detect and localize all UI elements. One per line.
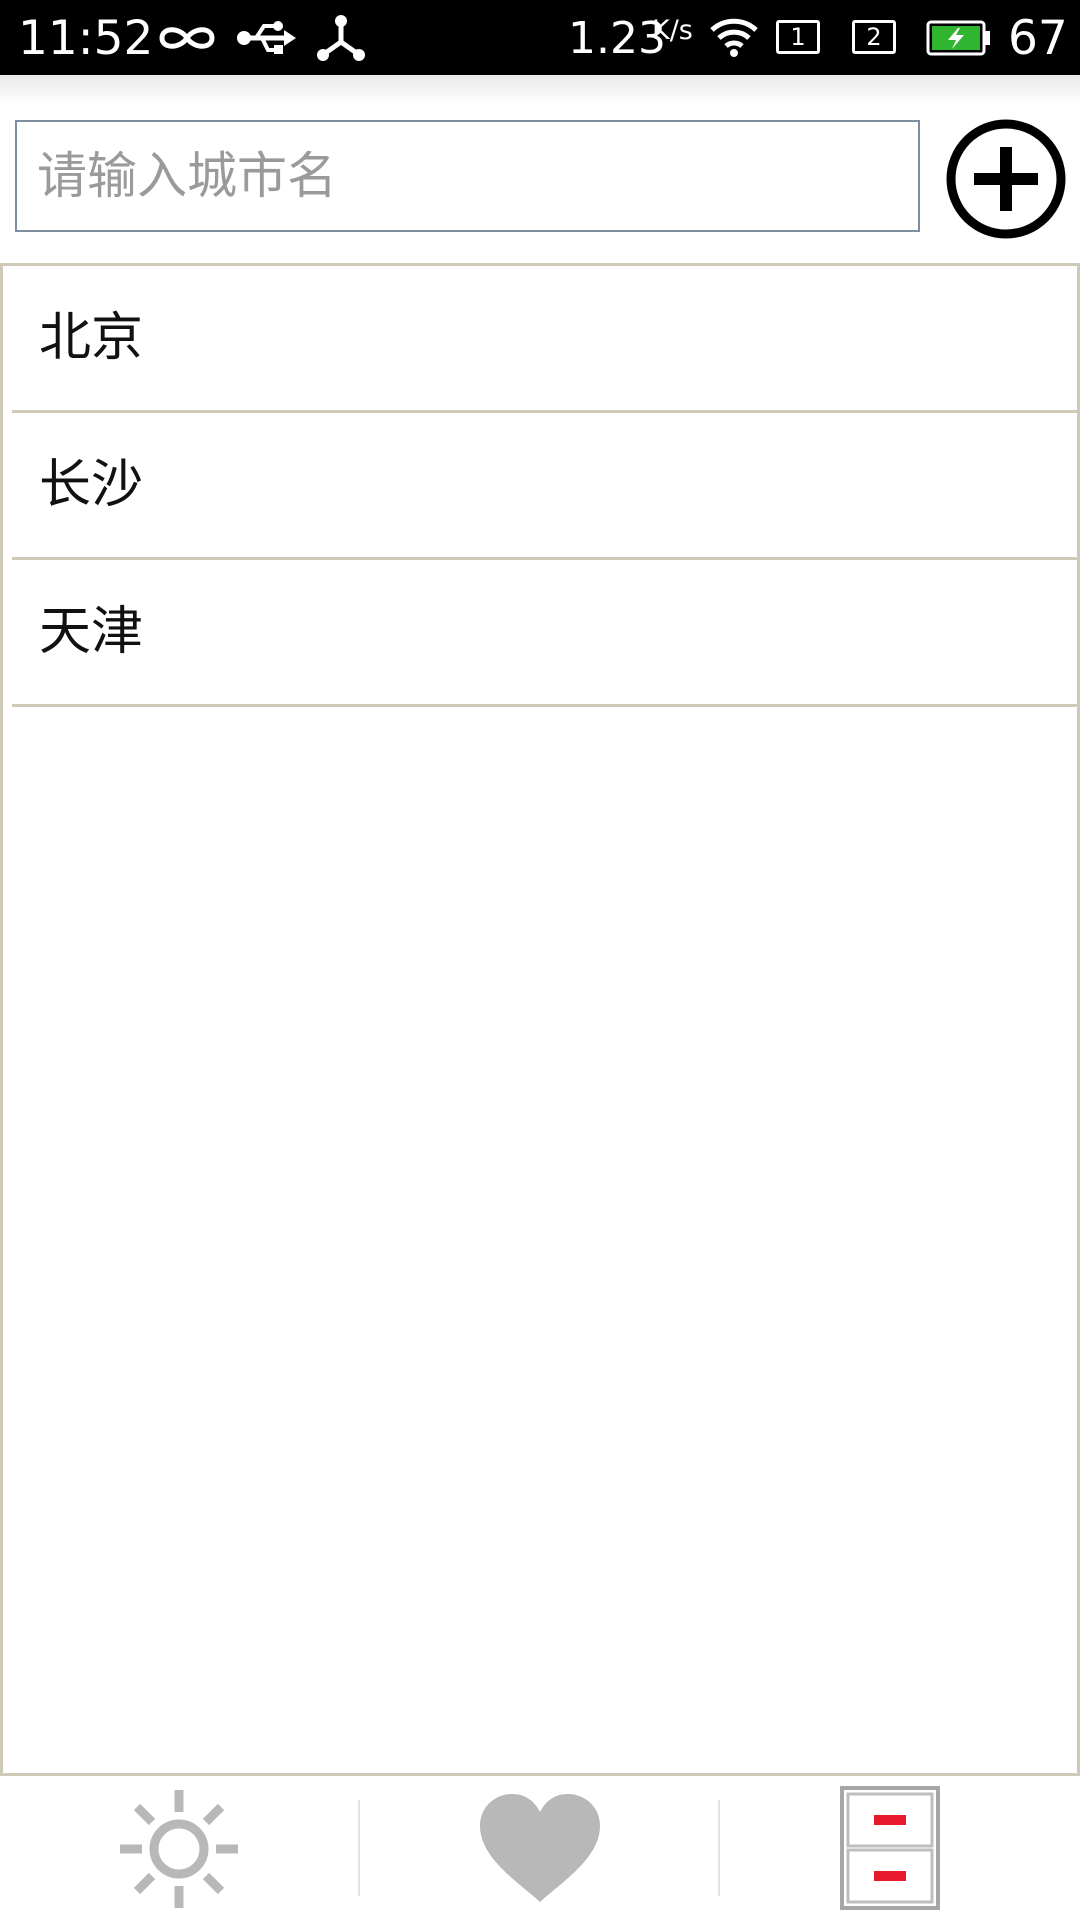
share-hub-icon: [317, 15, 365, 61]
city-search-input[interactable]: [15, 120, 920, 232]
plus-circle-icon: [946, 119, 1066, 239]
tab-weather[interactable]: [0, 1776, 360, 1920]
status-time: 11:52: [18, 11, 154, 66]
network-speed-unit: K/s: [652, 15, 693, 46]
city-name: 长沙: [39, 455, 144, 515]
sim2-label: 2: [866, 23, 882, 51]
sim1-label: 1: [790, 23, 806, 51]
city-name: 北京: [39, 308, 144, 368]
sun-icon: [120, 1790, 238, 1908]
city-manage-icon: [840, 1786, 940, 1910]
sim1-icon: 1: [776, 20, 820, 54]
tab-city-manage[interactable]: [720, 1776, 1080, 1920]
infinity-icon: [159, 27, 215, 49]
sim2-icon: 2: [852, 20, 896, 54]
heart-icon: [480, 1794, 600, 1902]
battery-charging-icon: [926, 20, 990, 56]
battery-level: 67: [1008, 11, 1068, 66]
tab-favorites[interactable]: [360, 1776, 720, 1920]
bottom-tab-bar: [0, 1776, 1080, 1920]
wifi-icon: [710, 18, 758, 57]
add-city-button[interactable]: [944, 117, 1068, 241]
city-list-item[interactable]: 天津: [12, 560, 1077, 707]
status-bar: 11:52 1.23 K/s 1 2 67: [0, 0, 1080, 75]
city-list-item[interactable]: 北京: [12, 266, 1077, 413]
city-name: 天津: [39, 602, 144, 662]
usb-icon: [237, 21, 296, 54]
city-list-item[interactable]: 长沙: [12, 413, 1077, 560]
